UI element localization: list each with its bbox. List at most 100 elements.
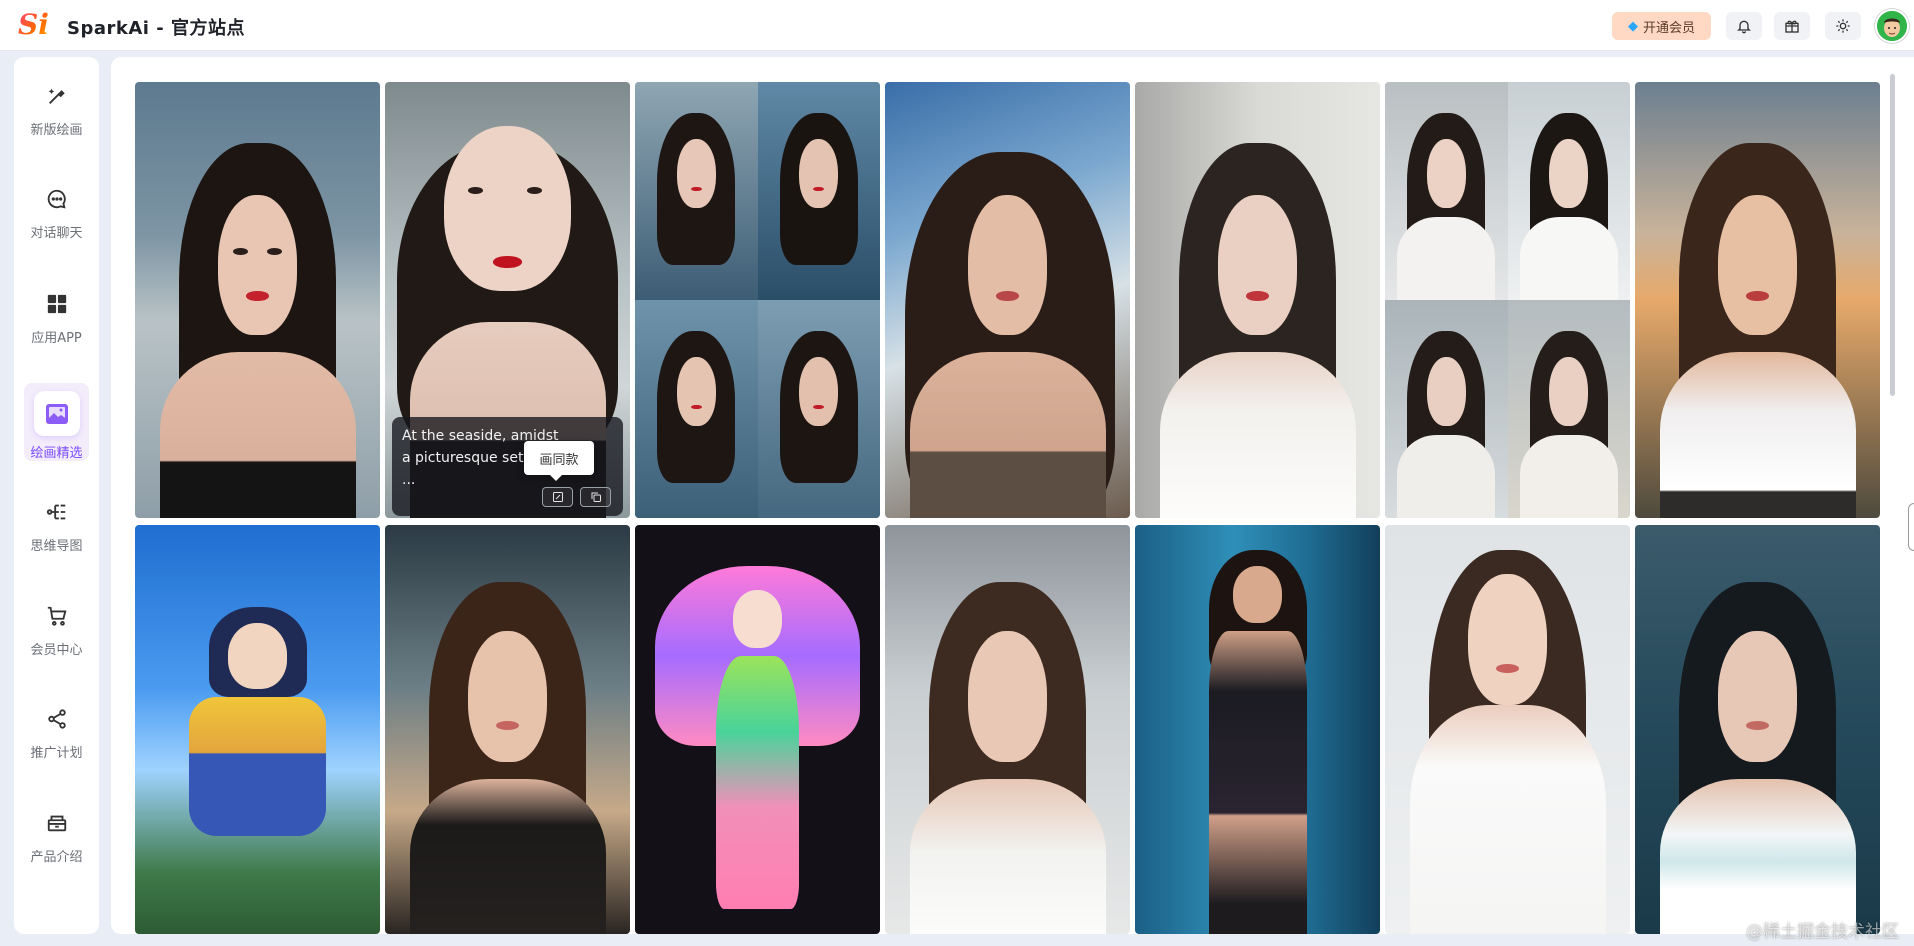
gallery-image-card[interactable] <box>135 525 380 934</box>
copy-icon <box>591 492 601 502</box>
notification-button[interactable] <box>1726 12 1762 40</box>
gallery-image-card[interactable] <box>1635 525 1880 934</box>
gallery-scrollbar[interactable] <box>1890 74 1895 396</box>
sidebar-item-member-center[interactable]: 会员中心 <box>24 587 89 665</box>
mindmap-icon <box>42 497 72 527</box>
vip-button-label: 开通会员 <box>1642 20 1695 36</box>
sidebar-item-label: 对话聊天 <box>30 226 83 241</box>
gallery-image-card[interactable] <box>885 82 1130 518</box>
portrait-face <box>1549 356 1589 427</box>
sidebar-item-label: 应用APP <box>31 331 82 346</box>
portrait-face <box>1718 631 1797 763</box>
portrait-body <box>1208 631 1307 934</box>
sidebar-item-chat[interactable]: 对话聊天 <box>24 170 89 248</box>
portrait-face <box>1468 574 1547 705</box>
portrait-face <box>1233 565 1282 624</box>
portrait-body <box>1397 217 1496 300</box>
chat-bubble-icon <box>42 184 72 214</box>
sparkai-logo[interactable]: Si <box>18 9 54 41</box>
portrait-body <box>409 778 606 934</box>
gift-icon <box>1785 20 1799 33</box>
gallery-image-card[interactable] <box>635 525 880 934</box>
sidebar-item-mindmap[interactable]: 思维导图 <box>24 483 89 561</box>
portrait-body <box>1159 352 1356 518</box>
portrait-face <box>228 623 287 689</box>
portrait-lips <box>246 291 269 301</box>
grid-quadrant <box>1385 300 1508 518</box>
grid-quadrant <box>757 300 880 518</box>
theme-toggle-button[interactable] <box>1825 12 1861 40</box>
portrait-eye <box>267 247 282 255</box>
portrait-face <box>218 195 297 335</box>
watermark-text: @稀土掘金技术社区 <box>1746 922 1899 942</box>
grid-quadrant <box>1385 82 1508 300</box>
portrait-body <box>1659 778 1856 934</box>
portrait-lips <box>492 256 523 268</box>
tooltip-label: 画同款 <box>539 452 579 468</box>
portrait-face <box>676 138 716 209</box>
site-title: SparkAi - 官方站点 <box>67 18 245 39</box>
portrait-face <box>733 590 782 648</box>
portrait-face <box>676 356 716 427</box>
portrait-body <box>188 696 327 836</box>
portrait-body <box>909 778 1106 934</box>
draw-same-tooltip: 画同款 <box>524 441 594 481</box>
draw-same-icon <box>552 492 563 502</box>
grid-quadrant <box>1507 82 1630 300</box>
gallery-image-card[interactable] <box>885 525 1130 934</box>
portrait-body <box>715 655 800 910</box>
grid-apps-icon <box>42 289 72 319</box>
grid-quadrant <box>635 300 758 518</box>
gallery-image-card[interactable] <box>1385 82 1630 518</box>
open-vip-button[interactable]: ◆ 开通会员 <box>1612 12 1711 40</box>
diamond-icon: ◆ <box>1627 18 1638 34</box>
draw-same-button[interactable] <box>542 487 573 507</box>
portrait-eye <box>527 186 542 194</box>
gallery-image-card[interactable] <box>1135 82 1380 518</box>
portrait-lips <box>1246 291 1269 301</box>
side-drawer-handle[interactable] <box>1908 503 1914 551</box>
product-icon <box>42 808 72 838</box>
portrait-face <box>1718 195 1797 335</box>
copy-prompt-button[interactable] <box>580 487 611 507</box>
sidebar-item-label: 绘画精选 <box>30 446 83 461</box>
gift-button[interactable] <box>1774 12 1810 40</box>
gallery-image-card[interactable] <box>385 525 630 934</box>
sidebar-item-featured-drawings[interactable]: 绘画精选 <box>24 383 89 461</box>
gallery-image-card[interactable] <box>635 82 880 518</box>
share-icon <box>42 704 72 734</box>
avatar-face-icon <box>1877 11 1907 41</box>
sidebar-item-label: 思维导图 <box>30 539 83 554</box>
gallery-image-card[interactable] <box>135 82 380 518</box>
portrait-face <box>1218 195 1297 335</box>
portrait-body <box>909 352 1106 518</box>
sun-icon <box>1836 19 1850 33</box>
sidebar-item-label: 会员中心 <box>30 643 83 658</box>
grid-quadrant <box>757 82 880 300</box>
portrait-face <box>968 631 1047 763</box>
portrait-body <box>1659 352 1856 518</box>
gallery-image-card[interactable] <box>1635 82 1880 518</box>
portrait-face <box>968 195 1047 335</box>
portrait-lips <box>1746 291 1769 301</box>
user-avatar[interactable] <box>1875 9 1909 43</box>
portrait-body <box>1519 217 1618 300</box>
gallery-image-card[interactable] <box>1135 525 1380 934</box>
sidebar-item-apps[interactable]: 应用APP <box>24 275 89 353</box>
sidebar-item-promotion[interactable]: 推广计划 <box>24 690 89 768</box>
sidebar-item-product-intro[interactable]: 产品介绍 <box>24 794 89 872</box>
bell-icon <box>1737 20 1751 34</box>
portrait-eye <box>468 186 483 194</box>
sidebar-item-new-drawing[interactable]: 新版绘画 <box>24 67 89 145</box>
portrait-face <box>1549 138 1589 209</box>
portrait-body <box>1519 435 1618 518</box>
gallery-image-card[interactable] <box>1385 525 1630 934</box>
portrait-face <box>1426 356 1466 427</box>
portrait-face <box>799 356 839 427</box>
sidebar-item-label: 新版绘画 <box>30 123 83 138</box>
magic-brush-icon <box>42 81 72 111</box>
top-header: Si SparkAi - 官方站点 ◆ 开通会员 <box>0 0 1914 51</box>
grid-quadrant <box>1507 300 1630 518</box>
portrait-face <box>468 631 547 763</box>
left-sidebar: 新版绘画 对话聊天 应用APP 绘画精选 思维导图 会员中心 推广计划 产品介绍 <box>14 57 99 934</box>
